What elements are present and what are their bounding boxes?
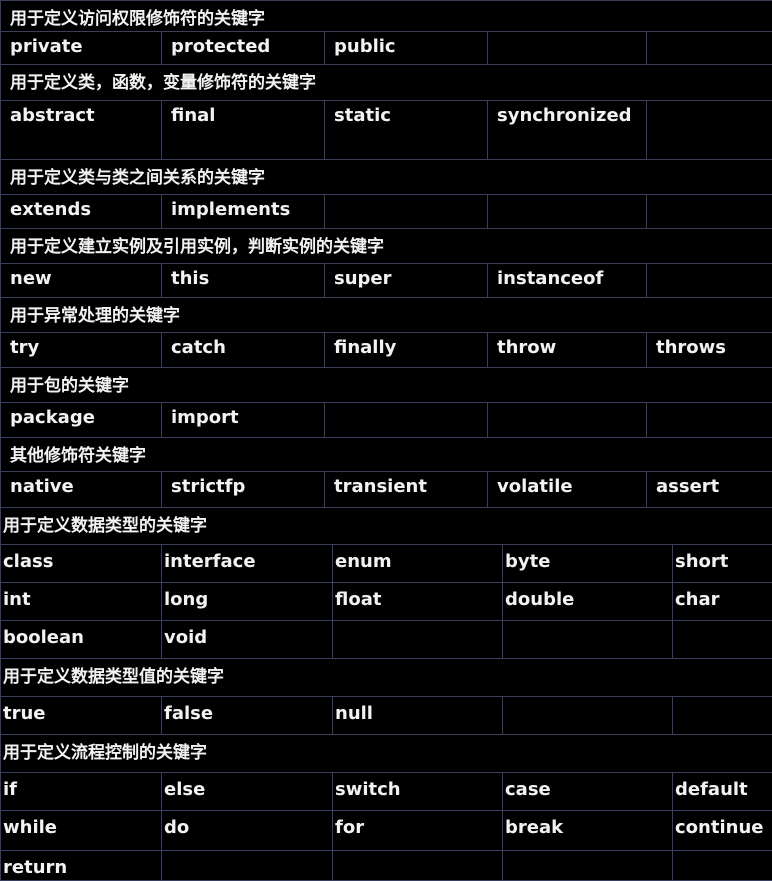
empty-cell — [325, 195, 488, 229]
keyword-cell: default — [673, 773, 772, 811]
keyword-cell: strictfp — [162, 472, 325, 508]
keyword-cell: abstract — [1, 101, 162, 160]
table-row: packageimport — [1, 403, 772, 438]
keyword-cell: else — [162, 773, 333, 811]
keyword-cell: for — [333, 811, 503, 851]
section-title: 用于定义流程控制的关键字 — [1, 735, 772, 773]
keyword-cell: switch — [333, 773, 503, 811]
keyword-cell: throw — [488, 333, 647, 368]
keyword-cell: null — [333, 697, 503, 735]
table-row: truefalsenull — [1, 697, 772, 735]
keyword-cell: short — [673, 545, 772, 583]
table-row: extendsimplements — [1, 195, 772, 229]
keyword-cell: break — [503, 811, 673, 851]
keyword-cell: assert — [647, 472, 772, 508]
empty-cell — [503, 697, 673, 735]
keyword-cell: private — [1, 32, 162, 65]
table-row: whiledoforbreakcontinue — [1, 811, 772, 851]
empty-cell — [325, 403, 488, 438]
keyword-cell: import — [162, 403, 325, 438]
empty-cell — [503, 621, 673, 659]
keyword-cell: if — [1, 773, 162, 811]
empty-cell — [647, 264, 772, 298]
section-title: 用于包的关键字 — [1, 368, 772, 403]
empty-cell — [647, 195, 772, 229]
empty-cell — [647, 403, 772, 438]
empty-cell — [647, 32, 772, 65]
keyword-cell: false — [162, 697, 333, 735]
table-row: return — [1, 851, 772, 881]
section-title: 用于定义类，函数，变量修饰符的关键字 — [1, 65, 772, 101]
keyword-cell: extends — [1, 195, 162, 229]
section-title: 用于定义访问权限修饰符的关键字 — [1, 1, 772, 32]
keyword-cell: finally — [325, 333, 488, 368]
section-title: 其他修饰符关键字 — [1, 438, 772, 472]
table-row: abstractfinalstaticsynchronized — [1, 101, 772, 160]
section-title: 用于定义建立实例及引用实例，判断实例的关键字 — [1, 229, 772, 264]
keyword-cell: continue — [673, 811, 772, 851]
empty-cell — [488, 32, 647, 65]
keyword-cell: static — [325, 101, 488, 160]
keyword-cell: byte — [503, 545, 673, 583]
table-row: booleanvoid — [1, 621, 772, 659]
keyword-cell: catch — [162, 333, 325, 368]
keyword-cell: interface — [162, 545, 333, 583]
empty-cell — [673, 621, 772, 659]
empty-cell — [503, 851, 673, 881]
table-row: ifelseswitchcasedefault — [1, 773, 772, 811]
empty-cell — [333, 621, 503, 659]
empty-cell — [673, 697, 772, 735]
keyword-cell: synchronized — [488, 101, 647, 160]
section-title: 用于定义类与类之间关系的关键字 — [1, 160, 772, 195]
keyword-cell: protected — [162, 32, 325, 65]
empty-cell — [673, 851, 772, 881]
empty-cell — [162, 851, 333, 881]
keyword-cell: true — [1, 697, 162, 735]
keyword-cell: volatile — [488, 472, 647, 508]
keyword-cell: final — [162, 101, 325, 160]
keyword-table-bottom: 用于定义数据类型的关键字classinterfaceenumbyteshorti… — [0, 507, 772, 881]
keyword-cell: super — [325, 264, 488, 298]
keyword-cell: boolean — [1, 621, 162, 659]
keyword-cell: enum — [333, 545, 503, 583]
keyword-table-top: 用于定义访问权限修饰符的关键字privateprotectedpublic用于定… — [0, 0, 772, 508]
keyword-cell: class — [1, 545, 162, 583]
keyword-cell: int — [1, 583, 162, 621]
keyword-cell: void — [162, 621, 333, 659]
table-row: trycatchfinallythrowthrows — [1, 333, 772, 368]
empty-cell — [647, 101, 772, 160]
empty-cell — [333, 851, 503, 881]
keyword-cell: native — [1, 472, 162, 508]
keyword-cell: char — [673, 583, 772, 621]
keyword-cell: transient — [325, 472, 488, 508]
section-title: 用于定义数据类型的关键字 — [1, 508, 772, 545]
keyword-cell: public — [325, 32, 488, 65]
keyword-cell: new — [1, 264, 162, 298]
keyword-cell: do — [162, 811, 333, 851]
keyword-cell: long — [162, 583, 333, 621]
section-title: 用于异常处理的关键字 — [1, 298, 772, 333]
section-title: 用于定义数据类型值的关键字 — [1, 659, 772, 697]
keyword-cell: try — [1, 333, 162, 368]
keyword-cell: float — [333, 583, 503, 621]
keyword-cell: instanceof — [488, 264, 647, 298]
empty-cell — [488, 195, 647, 229]
keyword-cell: this — [162, 264, 325, 298]
keyword-cell: implements — [162, 195, 325, 229]
keyword-cell: throws — [647, 333, 772, 368]
empty-cell — [488, 403, 647, 438]
keyword-cell: package — [1, 403, 162, 438]
keyword-cell: double — [503, 583, 673, 621]
table-row: privateprotectedpublic — [1, 32, 772, 65]
table-row: nativestrictfptransientvolatileassert — [1, 472, 772, 508]
table-row: newthissuperinstanceof — [1, 264, 772, 298]
keyword-cell: while — [1, 811, 162, 851]
table-row: classinterfaceenumbyteshort — [1, 545, 772, 583]
table-row: intlongfloatdoublechar — [1, 583, 772, 621]
keyword-cell: return — [1, 851, 162, 881]
keyword-cell: case — [503, 773, 673, 811]
